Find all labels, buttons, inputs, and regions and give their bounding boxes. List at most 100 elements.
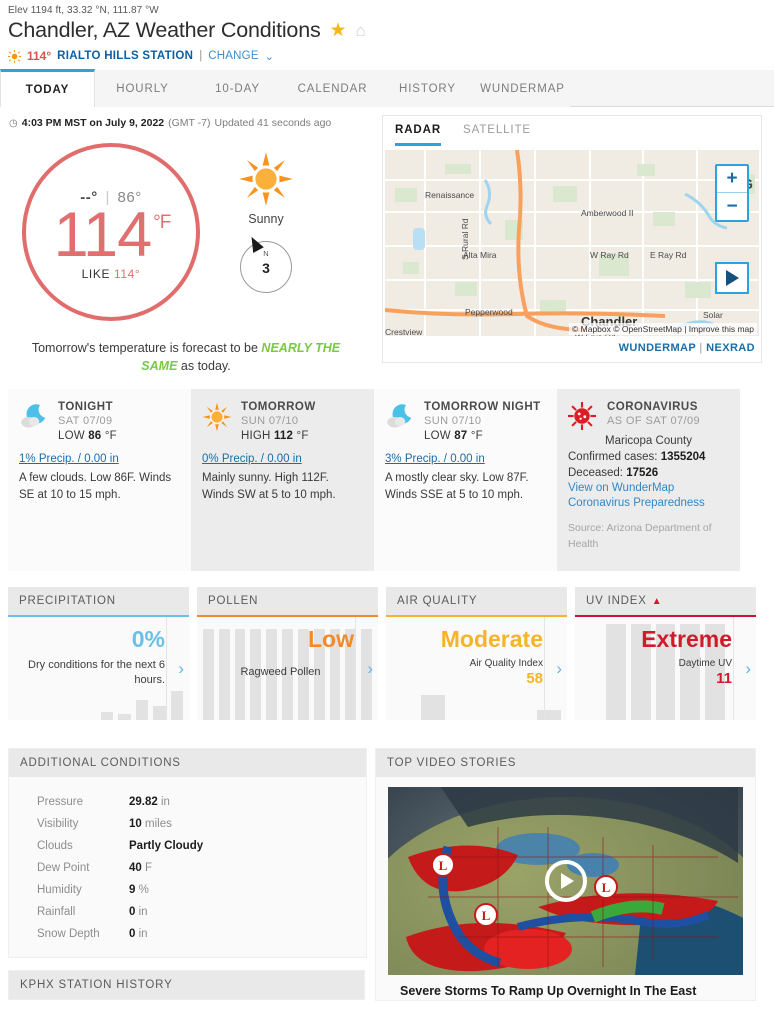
current-conditions-panel: ◷ 4:03 PM MST on July 9, 2022 (GMT -7) U…	[0, 107, 380, 375]
moon-cloud-icon	[19, 402, 49, 432]
condition-unit: in	[160, 796, 170, 809]
forecast-description: A mostly clear sky. Low 87F. Winds SSE a…	[385, 472, 529, 501]
zoom-in-button[interactable]: +	[717, 166, 747, 193]
video-title[interactable]: Severe Storms To Ramp Up Overnight In Th…	[388, 975, 743, 999]
tile-subtext: Ragweed Pollen	[240, 665, 321, 678]
bottom-row: ADDITIONAL CONDITIONS Pressure 29.82 in …	[8, 748, 766, 1001]
wind-compass: N 3	[240, 234, 292, 293]
coronavirus-date: AS OF SAT 07/09	[607, 415, 701, 428]
chevron-right-icon[interactable]: ›	[367, 659, 373, 679]
tile-uv-index[interactable]: UV INDEX ▲ Extreme Daytime UV 11 ›	[575, 587, 756, 721]
station-name[interactable]: RIALTO HILLS STATION	[57, 50, 193, 62]
svg-text:Pepperwood: Pepperwood	[465, 307, 513, 317]
forecast-temp-value: 87	[454, 430, 468, 443]
forecast-card-titles: TOMORROW NIGHT SUN 07/10 LOW 87 °F	[424, 401, 546, 442]
forecast-card-tomorrow[interactable]: TOMORROW SUN 07/10 HIGH 112 °F 0% Precip…	[191, 389, 374, 572]
map-card: RADAR SATELLITE Renaissance Amberwood II…	[382, 115, 762, 363]
forecast-temp-label: HIGH	[241, 430, 271, 443]
tile-header: POLLEN	[197, 587, 378, 616]
condition-value-number: 9	[129, 884, 136, 897]
tile-content: Low Ragweed Pollen	[207, 626, 368, 680]
condition-key: Clouds	[37, 840, 73, 853]
svg-text:Crestview: Crestview	[385, 327, 423, 336]
radar-map-panel: RADAR SATELLITE Renaissance Amberwood II…	[382, 107, 770, 375]
left-bottom-column: ADDITIONAL CONDITIONS Pressure 29.82 in …	[8, 748, 367, 1001]
condition-key: Dew Point	[37, 862, 90, 875]
index-tiles-row: PRECIPITATION 0% Dry conditions for the …	[8, 587, 766, 721]
video-thumbnail[interactable]: L L L	[388, 787, 743, 976]
tile-pollen[interactable]: POLLEN Low Ragweed Pollen ›	[197, 587, 378, 721]
tab-spacer	[570, 70, 774, 106]
tomorrow-forecast-note: Tomorrow's temperature is forecast to be…	[0, 321, 380, 375]
tab-satellite[interactable]: SATELLITE	[463, 124, 531, 146]
map-play-button[interactable]	[715, 262, 749, 294]
tile-body: Low Ragweed Pollen ›	[197, 617, 378, 721]
table-row: Clouds Partly Cloudy	[9, 835, 366, 857]
map-link-separator: |	[699, 342, 703, 354]
condition-unit: in	[138, 928, 148, 941]
moon-cloud-icon	[385, 402, 415, 432]
current-temp-wrap: --° | 86° 114 °F LIKE 114° Sunny N 3	[0, 129, 380, 321]
map-attribution[interactable]: © Mapbox © OpenStreetMap | Improve this …	[569, 323, 757, 335]
additional-conditions-table: Pressure 29.82 in Visibility 10 miles Cl…	[9, 777, 366, 957]
condition-unit: miles	[145, 818, 172, 831]
svg-text:Amberwood II: Amberwood II	[581, 208, 633, 218]
header-separator: |	[199, 50, 203, 62]
tab-today[interactable]: TODAY	[0, 69, 95, 107]
forecast-precip-link[interactable]: 1% Precip. / 0.00 in	[19, 453, 180, 465]
change-station-link[interactable]: CHANGE	[208, 50, 258, 62]
confirmed-cases-value: 1355204	[660, 451, 706, 464]
svg-text:Alta Mira: Alta Mira	[463, 250, 497, 260]
chevron-right-icon[interactable]: ›	[178, 659, 184, 679]
tab-hourly[interactable]: HOURLY	[95, 70, 190, 107]
page-title: Chandler, AZ Weather Conditions	[8, 18, 321, 42]
confirmed-cases-label: Confirmed cases:	[568, 451, 658, 464]
tile-header: AIR QUALITY	[386, 587, 567, 616]
forecast-temp: LOW 86 °F	[58, 430, 180, 442]
nexrad-link[interactable]: NEXRAD	[706, 342, 755, 354]
forecast-temp-unit: °F	[296, 430, 309, 443]
tab-radar[interactable]: RADAR	[395, 124, 442, 146]
chevron-right-icon[interactable]: ›	[745, 659, 751, 679]
wundermap-link[interactable]: WUNDERMAP	[619, 342, 696, 354]
forecast-date: SUN 07/10	[241, 415, 299, 428]
tile-header: UV INDEX ▲	[575, 587, 756, 616]
condition-value: 10 miles	[129, 813, 366, 835]
forecast-card-tomorrow-night[interactable]: TOMORROW NIGHT SUN 07/10 LOW 87 °F 3% Pr…	[374, 389, 557, 572]
tab-10-day[interactable]: 10-DAY	[190, 70, 285, 107]
tab-calendar[interactable]: CALENDAR	[285, 70, 380, 107]
tile-air-quality[interactable]: AIR QUALITY Moderate Air Quality Index 5…	[386, 587, 567, 721]
chevron-right-icon[interactable]: ›	[556, 659, 562, 679]
tile-precipitation[interactable]: PRECIPITATION 0% Dry conditions for the …	[8, 587, 189, 721]
tab-wundermap[interactable]: WUNDERMAP	[475, 70, 570, 107]
tab-history[interactable]: HISTORY	[380, 70, 475, 107]
play-button[interactable]	[544, 860, 587, 903]
coronavirus-preparedness-link[interactable]: Coronavirus Preparedness	[568, 497, 729, 509]
forecast-title: TOMORROW	[241, 401, 316, 414]
zoom-out-button[interactable]: −	[717, 193, 747, 220]
sun-icon	[8, 49, 21, 63]
forecast-precip-link[interactable]: 3% Precip. / 0.00 in	[385, 453, 546, 465]
note-post: as today.	[177, 359, 231, 374]
coronavirus-titles: CORONAVIRUS AS OF SAT 07/09	[607, 401, 729, 427]
wind-speed: 3	[262, 260, 270, 276]
forecast-card-header: TOMORROW SUN 07/10 HIGH 112 °F	[202, 401, 363, 442]
forecast-date: SUN 07/10	[424, 415, 482, 428]
chevron-down-icon[interactable]: ⌄	[265, 50, 274, 63]
condition-key: Snow Depth	[37, 928, 100, 941]
condition-unit: %	[138, 884, 149, 897]
map-canvas[interactable]: Renaissance Amberwood II S Rural Rd Alta…	[385, 150, 759, 336]
star-icon[interactable]: ★	[330, 21, 347, 40]
deceased-value: 17526	[626, 467, 659, 480]
tile-header: PRECIPITATION	[8, 587, 189, 616]
svg-text:W Ray Rd: W Ray Rd	[590, 250, 629, 260]
forecast-temp: HIGH 112 °F	[241, 430, 363, 442]
condition-value: 0 in	[129, 923, 366, 945]
forecast-card-tonight[interactable]: TONIGHT SAT 07/09 LOW 86 °F 1% Precip. /…	[8, 389, 191, 572]
title-row: Chandler, AZ Weather Conditions ★ ⌂	[0, 16, 774, 43]
home-icon[interactable]: ⌂	[356, 22, 366, 39]
forecast-precip-link[interactable]: 0% Precip. / 0.00 in	[202, 453, 363, 465]
condition-key: Pressure	[37, 796, 84, 809]
view-on-wundermap-link[interactable]: View on WunderMap	[568, 482, 729, 494]
note-pre: Tomorrow's temperature is forecast to be	[31, 341, 262, 355]
